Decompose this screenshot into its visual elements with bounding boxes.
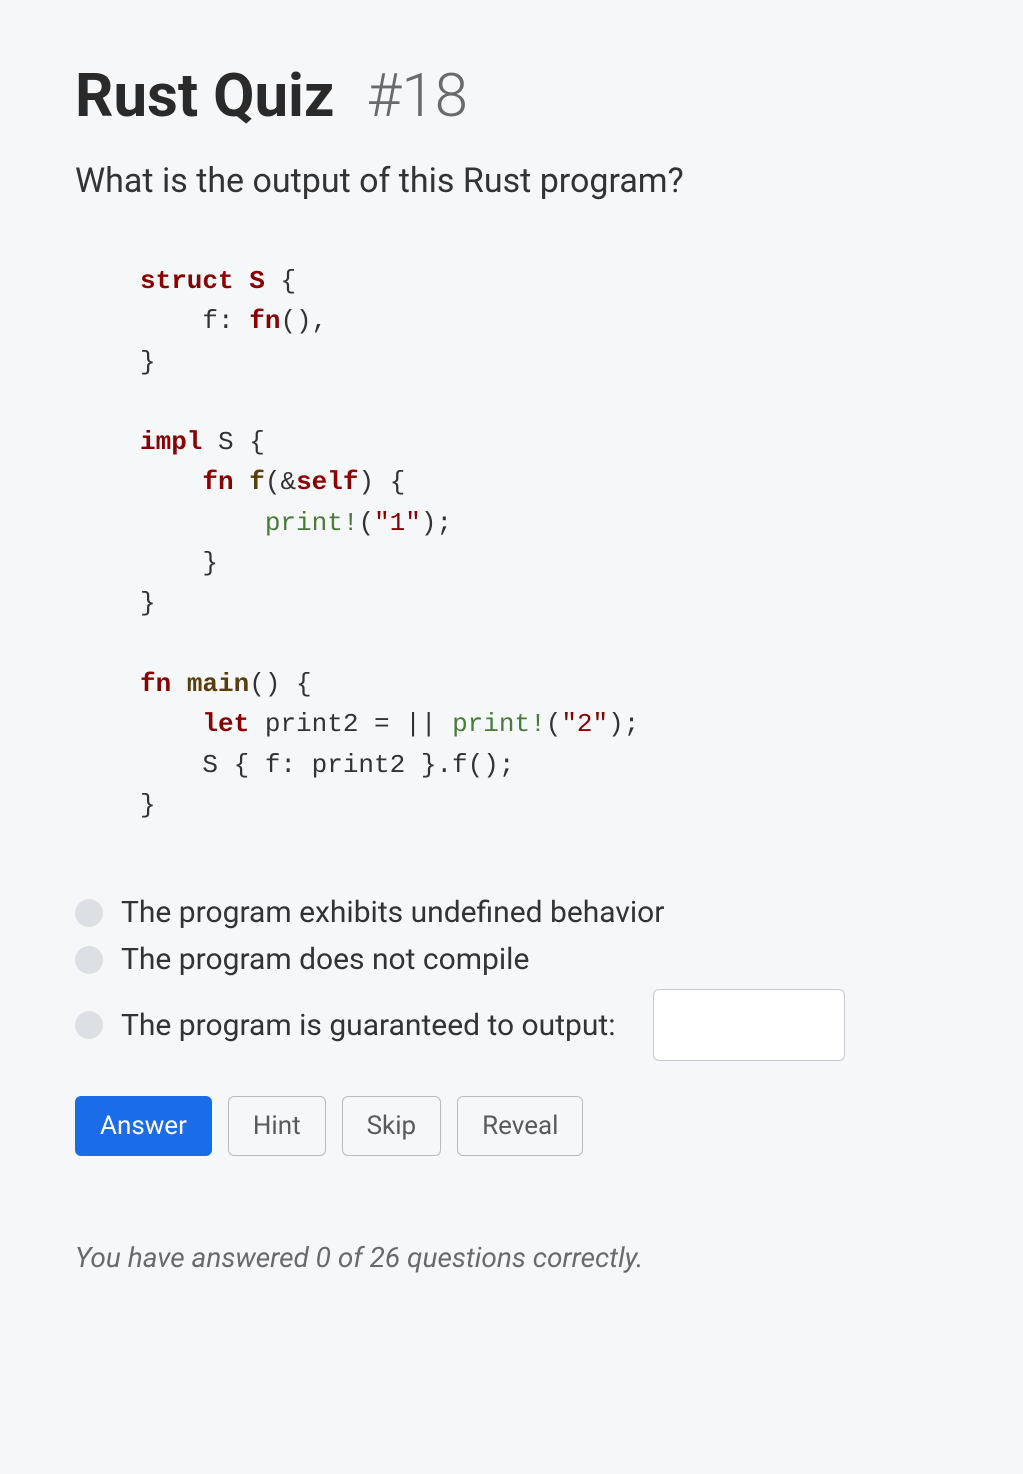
option-no-compile[interactable]: The program does not compile	[75, 942, 948, 977]
answer-button[interactable]: Answer	[75, 1096, 212, 1156]
output-input[interactable]	[653, 989, 845, 1061]
option-output[interactable]: The program is guaranteed to output:	[75, 989, 948, 1061]
question-text: What is the output of this Rust program?	[75, 161, 948, 201]
radio-icon[interactable]	[75, 946, 103, 974]
option-label-no-compile: The program does not compile	[121, 942, 529, 977]
code-block: struct S { f: fn(), } impl S { fn f(&sel…	[75, 261, 948, 825]
reveal-button[interactable]: Reveal	[457, 1096, 583, 1156]
skip-button[interactable]: Skip	[342, 1096, 442, 1156]
hint-button[interactable]: Hint	[228, 1096, 326, 1156]
option-label-undefined: The program exhibits undefined behavior	[121, 895, 664, 930]
radio-icon[interactable]	[75, 1011, 103, 1039]
option-undefined[interactable]: The program exhibits undefined behavior	[75, 895, 948, 930]
radio-icon[interactable]	[75, 899, 103, 927]
quiz-number: #18	[366, 60, 467, 131]
options-group: The program exhibits undefined behavior …	[75, 895, 948, 1061]
quiz-title: Rust Quiz	[75, 60, 334, 131]
quiz-title-row: Rust Quiz #18	[75, 60, 948, 131]
score-text: You have answered 0 of 26 questions corr…	[75, 1241, 948, 1274]
option-label-output: The program is guaranteed to output:	[121, 1008, 615, 1043]
button-row: Answer Hint Skip Reveal	[75, 1096, 948, 1156]
